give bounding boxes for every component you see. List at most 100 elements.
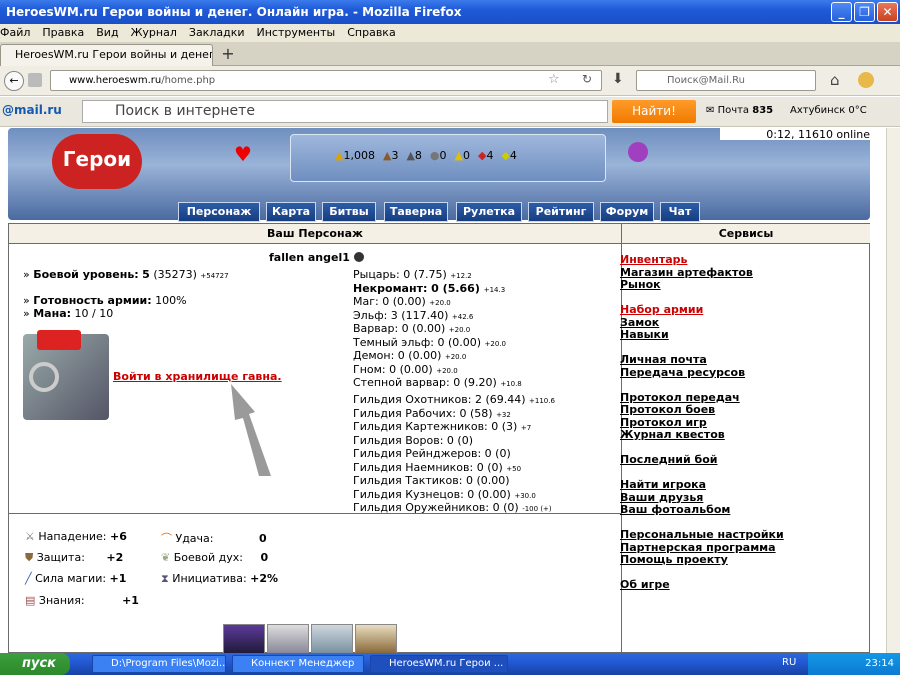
service-link[interactable]: Ваши друзья: [620, 491, 703, 504]
service-link[interactable]: Замок: [620, 316, 659, 329]
service-link[interactable]: Навыки: [620, 328, 669, 341]
task-connect-manager[interactable]: Коннект Менеджер: [232, 655, 364, 673]
vertical-scrollbar[interactable]: [886, 128, 900, 653]
service-link[interactable]: Личная почта: [620, 353, 707, 366]
minimize-button[interactable]: _: [831, 2, 852, 22]
menu-help[interactable]: Справка: [347, 24, 395, 42]
reload-icon[interactable]: ↻: [582, 72, 592, 86]
wand-icon: ╱: [25, 572, 32, 585]
nav-map[interactable]: Карта: [266, 202, 316, 222]
menu-view[interactable]: Вид: [96, 24, 118, 42]
vault-chest: [37, 330, 81, 350]
character-header: Ваш Персонаж: [9, 224, 621, 244]
equip-slot[interactable]: [355, 624, 397, 653]
nav-roulette[interactable]: Рулетка: [456, 202, 522, 222]
service-link[interactable]: Протокол игр: [620, 416, 707, 429]
crystal-resource: ◆4: [477, 149, 494, 162]
service-item[interactable]: Ваш фотоальбом: [620, 503, 784, 517]
hourglass-icon: ⧗: [161, 572, 169, 585]
service-item[interactable]: Помощь проекту: [620, 553, 784, 567]
close-button[interactable]: ✕: [877, 2, 898, 22]
service-link[interactable]: Последний бой: [620, 453, 717, 466]
nav-rating[interactable]: Рейтинг: [528, 202, 594, 222]
service-link[interactable]: Персональные настройки: [620, 528, 784, 541]
faction-row: Маг: 0 (0.00) +20.0: [353, 295, 451, 308]
service-link[interactable]: Магазин артефактов: [620, 266, 753, 279]
find-button[interactable]: Найти!: [612, 100, 696, 123]
rainbow-icon: ⌒: [161, 532, 172, 545]
mail-count: 835: [752, 105, 774, 116]
service-link[interactable]: Передача ресурсов: [620, 366, 745, 379]
service-link[interactable]: Ваш фотоальбом: [620, 503, 730, 516]
services-list: Инвентарь Магазин артефактов Рынок Набор а…: [620, 253, 784, 592]
task-folder[interactable]: D:\Program Files\Mozi...: [92, 655, 226, 673]
vault-icon[interactable]: [23, 330, 109, 420]
game-logo[interactable]: Герои: [52, 134, 142, 189]
service-link[interactable]: Найти игрока: [620, 478, 706, 491]
menu-history[interactable]: Журнал: [131, 24, 177, 42]
back-icon[interactable]: ←: [4, 71, 24, 91]
service-item[interactable]: Навыки: [620, 328, 784, 342]
equip-slot[interactable]: [311, 624, 353, 653]
service-link[interactable]: Рынок: [620, 278, 661, 291]
start-button[interactable]: пуск: [0, 653, 70, 675]
service-item[interactable]: Передача ресурсов: [620, 366, 784, 380]
service-item[interactable]: Журнал квестов: [620, 428, 784, 442]
star-icon[interactable]: ☆: [548, 72, 560, 87]
guild-row: Гильдия Воров: 0 (0): [353, 433, 473, 447]
guild-row: Гильдия Рабочих: 0 (58) +32: [353, 406, 511, 420]
guild-row: Гильдия Кузнецов: 0 (0.00) +30.0: [353, 487, 536, 501]
addon-icon[interactable]: [858, 72, 874, 88]
nav-character[interactable]: Персонаж: [178, 202, 260, 222]
combat-level: » Боевой уровень: 5 (35273) +54727: [23, 268, 229, 281]
nav-chat[interactable]: Чат: [660, 202, 700, 222]
nav-forum[interactable]: Форум: [600, 202, 654, 222]
service-link[interactable]: Партнерская программа: [620, 541, 776, 554]
menu-file[interactable]: Файл: [0, 24, 30, 42]
service-item[interactable]: Последний бой: [620, 453, 784, 467]
faction-row: Гном: 0 (0.00) +20.0: [353, 362, 458, 376]
mailru-search-input[interactable]: Поиск@Mail.Ru: [636, 70, 816, 91]
stat-knowledge: ▤ Знания: +1: [25, 594, 139, 607]
guild-row: Гильдия Рейнджеров: 0 (0): [353, 447, 511, 460]
home-icon[interactable]: ⌂: [830, 71, 840, 89]
new-tab-icon[interactable]: +: [218, 45, 238, 65]
window-title: HeroesWM.ru Герои войны и денег. Онлайн …: [6, 5, 462, 19]
service-item[interactable]: Об игре: [620, 578, 784, 592]
service-link[interactable]: Об игре: [620, 578, 670, 591]
heart-icon[interactable]: ♥: [234, 142, 252, 166]
mail-link[interactable]: ✉ Почта 835: [706, 105, 773, 116]
browser-tab[interactable]: HeroesWM.ru Герои войны и денег. Онла...: [0, 44, 213, 66]
service-link[interactable]: Протокол боев: [620, 403, 715, 416]
window-titlebar: HeroesWM.ru Герои войны и денег. Онлайн …: [0, 0, 900, 24]
service-link[interactable]: Инвентарь: [620, 253, 687, 266]
service-link[interactable]: Протокол передач: [620, 391, 740, 404]
service-link[interactable]: Журнал квестов: [620, 428, 725, 441]
menu-edit[interactable]: Правка: [42, 24, 84, 42]
internet-search-input[interactable]: Поиск в интернете: [82, 100, 608, 123]
guild-row: Гильдия Охотников: 2 (69.44) +110.6: [353, 393, 555, 406]
service-link[interactable]: Набор армии: [620, 303, 703, 316]
menu-bookmarks[interactable]: Закладки: [189, 24, 245, 42]
download-icon[interactable]: ⬇: [612, 71, 624, 87]
nav-battles[interactable]: Битвы: [322, 202, 376, 222]
url-path: /home.php: [161, 75, 216, 86]
service-item[interactable]: Рынок: [620, 278, 784, 292]
wings-icon: ❦: [161, 551, 171, 564]
clock[interactable]: 23:14: [865, 658, 894, 669]
equip-slot[interactable]: [267, 624, 309, 653]
url-bar[interactable]: www.heroeswm.ru/home.php: [50, 70, 602, 91]
mailru-logo[interactable]: @mail.ru: [2, 103, 62, 117]
gold-resource: ▲1,008: [335, 149, 375, 162]
mail-label: Почта: [717, 105, 750, 116]
language-indicator[interactable]: RU: [782, 657, 796, 668]
menu-bar: Файл Правка Вид Журнал Закладки Инструме…: [0, 24, 900, 42]
equip-slot[interactable]: [223, 624, 265, 653]
service-link[interactable]: Помощь проекту: [620, 553, 728, 566]
maximize-button[interactable]: ❐: [854, 2, 875, 22]
weather-widget[interactable]: Ахтубинск 0°C: [790, 105, 867, 116]
menu-tools[interactable]: Инструменты: [257, 24, 336, 42]
nav-tavern[interactable]: Таверна: [384, 202, 448, 222]
arrow-icon: [231, 384, 271, 476]
task-firefox[interactable]: HeroesWM.ru Герои ...: [370, 655, 508, 673]
